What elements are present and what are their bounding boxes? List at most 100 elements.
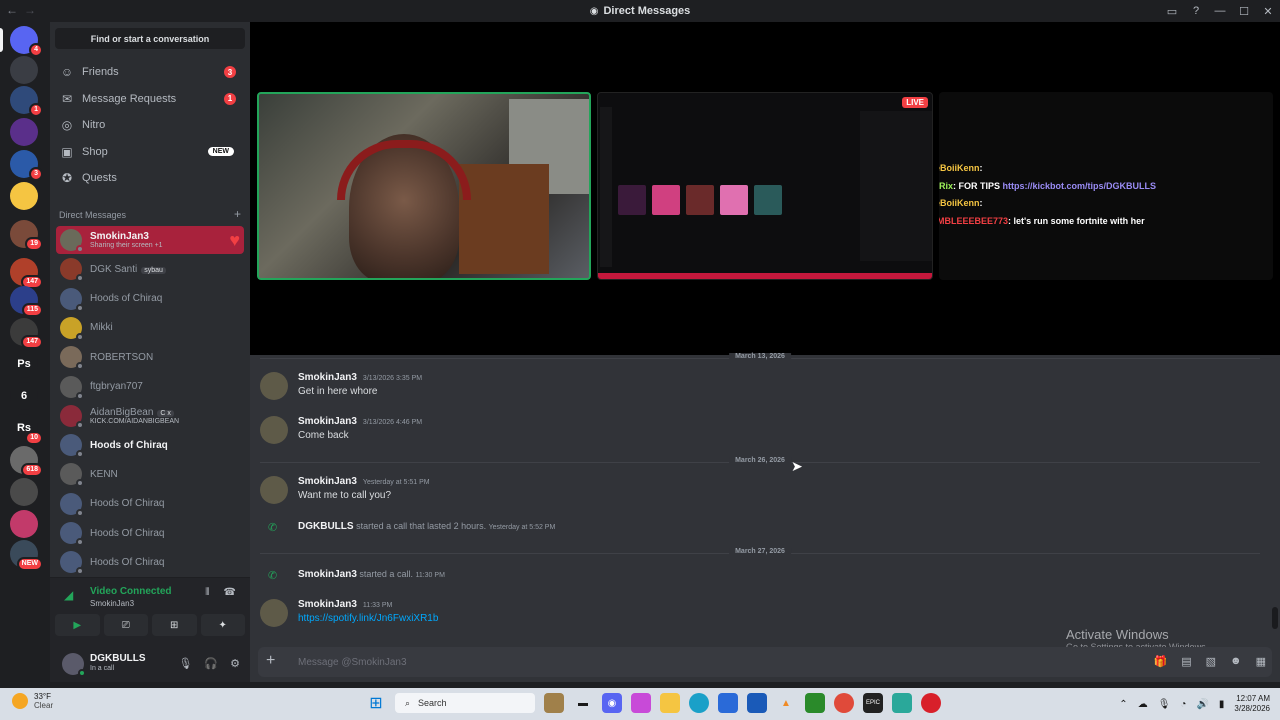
nav-quests[interactable]: ✪ Quests: [56, 166, 244, 190]
message-author[interactable]: SmokinJan3 3/13/2026 4:46 PM: [298, 416, 422, 427]
chat-link[interactable]: https://kickbot.com/tips/DGKBULLS: [1003, 181, 1157, 191]
message-author[interactable]: SmokinJan3 3/13/2026 3:35 PM: [298, 372, 422, 383]
server-icon[interactable]: 3: [10, 150, 43, 181]
close-icon[interactable]: ✕: [1256, 5, 1280, 18]
microphone-icon[interactable]: 🎙: [178, 657, 192, 670]
server-icon[interactable]: 618: [10, 446, 43, 477]
server-icon[interactable]: [10, 478, 38, 506]
scrollbar[interactable]: [1272, 607, 1278, 629]
weather-widget[interactable]: 33°F Clear: [12, 692, 53, 710]
chrome-icon[interactable]: [834, 693, 854, 713]
nav-friends[interactable]: ☺ Friends 3: [56, 60, 244, 84]
chevron-up-icon[interactable]: ⌃: [1119, 699, 1127, 710]
start-windows-icon[interactable]: ⊞: [366, 693, 386, 713]
dm-item[interactable]: Hoods of Chiraq: [56, 431, 244, 459]
maximize-icon[interactable]: ☐: [1232, 5, 1256, 18]
server-icon[interactable]: 1: [10, 86, 43, 117]
server-icon[interactable]: [10, 56, 38, 84]
server-icon[interactable]: 6: [10, 382, 38, 410]
cloud-icon[interactable]: ☁: [1138, 699, 1148, 710]
store-icon[interactable]: [718, 693, 738, 713]
minimize-icon[interactable]: —: [1208, 5, 1232, 17]
camera-button[interactable]: ▶: [55, 614, 100, 636]
inbox-icon[interactable]: ▭: [1160, 5, 1184, 18]
author-name[interactable]: SmokinJan3: [298, 476, 357, 487]
message-link[interactable]: https://spotify.link/Jn6FwxiXR1b: [298, 613, 438, 624]
noise-suppression-icon[interactable]: ⦀: [205, 587, 209, 598]
message-input[interactable]: Message @SmokinJan3: [298, 657, 407, 668]
vlc-icon[interactable]: ▲: [776, 693, 796, 713]
dm-item[interactable]: Hoods Of Chiraq: [56, 490, 244, 518]
sticker-icon[interactable]: ▧: [1206, 655, 1216, 668]
edge-icon[interactable]: [689, 693, 709, 713]
message-author[interactable]: SmokinJan3 Yesterday at 5:51 PM: [298, 476, 430, 487]
author-avatar[interactable]: [260, 599, 288, 627]
dm-item[interactable]: ftgbryan707: [56, 373, 244, 401]
dm-item[interactable]: AidanBigBean C x KICK.COM/AIDANBIGBEAN: [56, 402, 244, 430]
dm-item[interactable]: Hoods Of Chiraq: [56, 519, 244, 547]
gift-icon[interactable]: 🎁: [1154, 655, 1168, 668]
server-icon[interactable]: 147: [10, 258, 43, 289]
server-icon[interactable]: 147: [10, 318, 43, 349]
screen-share-tile[interactable]: LIVE: [597, 92, 933, 280]
clock[interactable]: 12:07 AM 3/28/2026: [1234, 694, 1270, 714]
server-icon[interactable]: [10, 182, 38, 210]
message-author[interactable]: SmokinJan3 11:33 PM: [298, 599, 392, 610]
app-icon[interactable]: [921, 693, 941, 713]
dm-item[interactable]: DGK Santi sybau: [56, 255, 244, 283]
call-caller[interactable]: DGKBULLS: [298, 521, 354, 532]
apps-icon[interactable]: ▦: [1256, 655, 1266, 668]
discord-taskbar-icon[interactable]: ◉: [602, 693, 622, 713]
headphones-icon[interactable]: 🎧: [204, 657, 218, 670]
task-view-icon[interactable]: ▬: [573, 693, 593, 713]
author-avatar[interactable]: [260, 416, 288, 444]
call-caller[interactable]: SmokinJan3: [298, 569, 357, 580]
file-explorer-icon[interactable]: [660, 693, 680, 713]
server-icon[interactable]: Ps: [10, 350, 38, 378]
mic-tray-icon[interactable]: 🎙: [1158, 699, 1171, 710]
activity-button[interactable]: ⊞: [152, 614, 197, 636]
server-icon[interactable]: 19: [10, 220, 43, 251]
xbox-icon[interactable]: [805, 693, 825, 713]
wifi-icon[interactable]: ◔: [1180, 699, 1186, 710]
attach-plus-icon[interactable]: +: [266, 652, 275, 670]
nav-nitro[interactable]: ◎ Nitro: [56, 113, 244, 137]
epic-games-icon[interactable]: EPIC: [863, 693, 883, 713]
taskbar-search[interactable]: ⌕ Search: [395, 693, 535, 713]
gif-icon[interactable]: ▤: [1181, 655, 1191, 668]
create-dm-plus-icon[interactable]: +: [234, 208, 241, 220]
discord-home-icon[interactable]: 4: [10, 26, 43, 57]
camera-tile[interactable]: [257, 92, 591, 280]
dm-item[interactable]: KENN: [56, 460, 244, 488]
server-icon[interactable]: Rs 10: [10, 414, 43, 445]
soundboard-button[interactable]: ✦: [200, 614, 245, 636]
screen-share-button[interactable]: ⎚: [103, 614, 148, 636]
author-name[interactable]: SmokinJan3: [298, 416, 357, 427]
dm-item[interactable]: SmokinJan3 Sharing their screen +1 ♥: [56, 226, 244, 254]
dm-item[interactable]: ROBERTSON: [56, 343, 244, 371]
emoji-icon[interactable]: ☻: [1230, 655, 1242, 668]
settings-gear-icon[interactable]: ⚙: [230, 657, 240, 670]
nav-shop[interactable]: ▣ Shop NEW: [56, 140, 244, 164]
widget-icon[interactable]: [544, 693, 564, 713]
forward-arrow-icon[interactable]: →: [24, 3, 36, 17]
disconnect-icon[interactable]: ☎: [224, 587, 236, 598]
author-avatar[interactable]: [260, 476, 288, 504]
outlook-icon[interactable]: [747, 693, 767, 713]
copilot-icon[interactable]: [631, 693, 651, 713]
server-icon[interactable]: [10, 510, 38, 538]
author-name[interactable]: SmokinJan3: [298, 599, 357, 610]
dm-item[interactable]: Mikki: [56, 314, 244, 342]
find-conversation-button[interactable]: Find or start a conversation: [55, 28, 245, 49]
help-icon[interactable]: ?: [1184, 5, 1208, 17]
app-icon[interactable]: [892, 693, 912, 713]
server-icon[interactable]: NEW: [10, 540, 43, 571]
server-icon[interactable]: 115: [10, 286, 43, 317]
nav-message-requests[interactable]: ✉ Message Requests 1: [56, 87, 244, 111]
stream-chat-tile[interactable]: TheBoiiKenn: BotRix: FOR TIPS https://kic…: [939, 92, 1273, 280]
author-name[interactable]: SmokinJan3: [298, 372, 357, 383]
server-icon[interactable]: [10, 118, 38, 146]
author-avatar[interactable]: [260, 372, 288, 400]
back-arrow-icon[interactable]: ←: [6, 3, 18, 17]
battery-icon[interactable]: ▮: [1219, 699, 1225, 710]
